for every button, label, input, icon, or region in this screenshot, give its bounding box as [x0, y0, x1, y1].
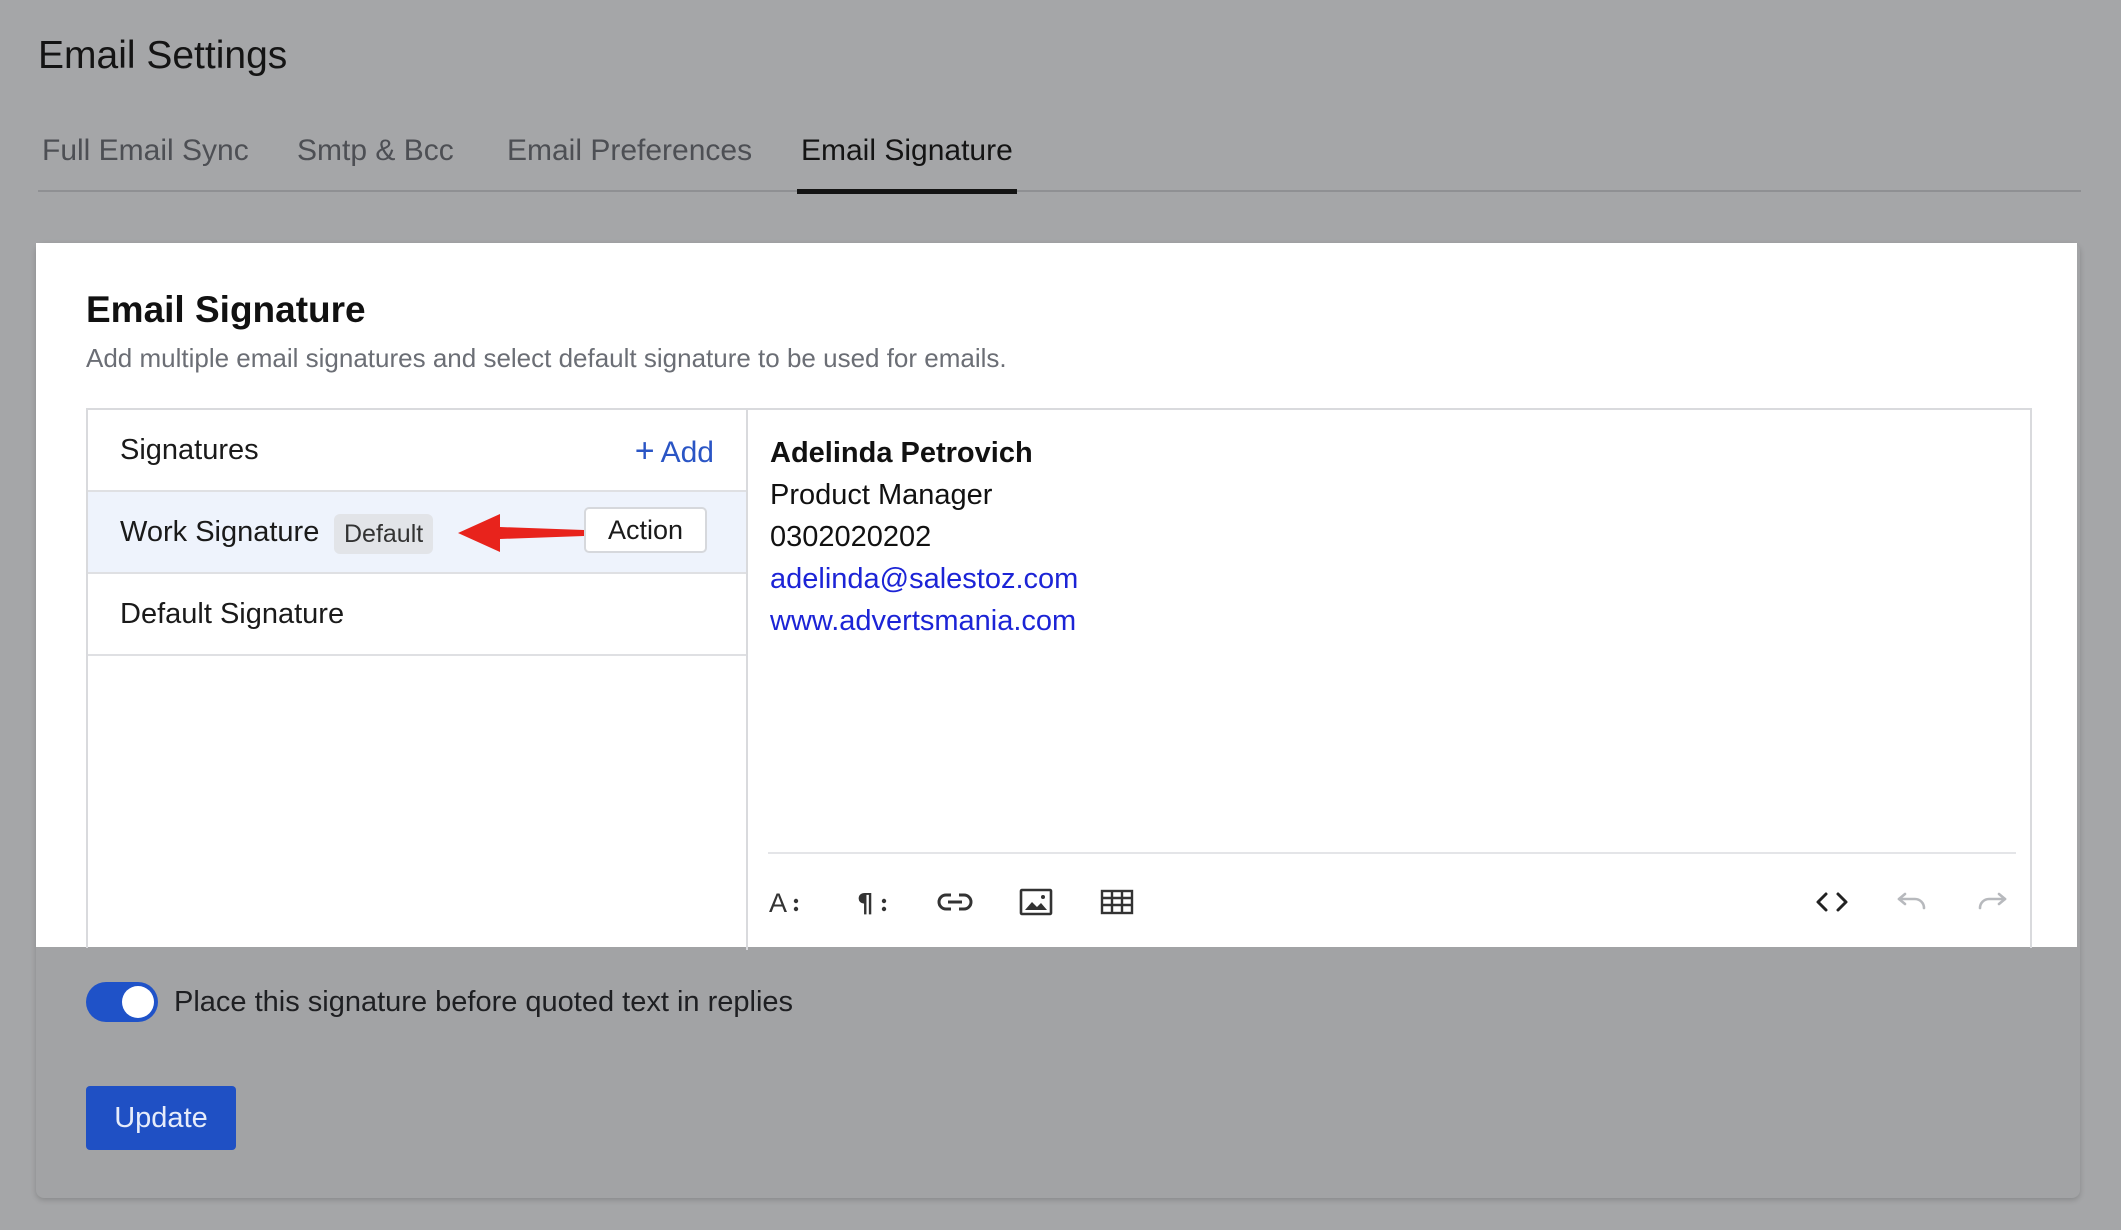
svg-text:A: A: [769, 888, 787, 917]
paragraph-icon[interactable]: ¶: [852, 882, 896, 922]
plus-icon: +: [634, 432, 655, 470]
annotation-arrow-icon: [458, 514, 584, 552]
table-icon[interactable]: [1095, 882, 1139, 922]
update-button[interactable]: Update: [86, 1086, 236, 1150]
add-signature-button[interactable]: + Add: [635, 432, 714, 471]
signature-item-default[interactable]: Default Signature: [88, 574, 746, 656]
signature-item-label: Work Signature: [120, 516, 320, 548]
add-label: Add: [660, 436, 714, 469]
signature-panel: Email Signature Add multiple email signa…: [36, 243, 2077, 950]
signature-editor[interactable]: Adelinda Petrovich Product Manager 03020…: [750, 410, 2032, 950]
code-view-icon[interactable]: [1810, 882, 1854, 922]
tab-email-preferences[interactable]: Email Preferences: [507, 134, 752, 194]
place-before-quoted-label: Place this signature before quoted text …: [174, 986, 794, 1018]
page-title: Email Settings: [38, 34, 288, 77]
settings-tabs: Full Email Sync Smtp & Bcc Email Prefere…: [38, 128, 2081, 194]
email-settings-page: Email Settings Full Email Sync Smtp & Bc…: [0, 0, 2121, 1230]
signature-list: Signatures + Add Work Signature Default A…: [88, 410, 748, 950]
image-icon[interactable]: [1014, 882, 1058, 922]
undo-icon[interactable]: [1890, 882, 1934, 922]
default-badge: Default: [334, 514, 434, 554]
signature-action-button[interactable]: Action: [584, 507, 707, 553]
section-title: Email Signature: [86, 289, 366, 330]
tab-smtp-bcc[interactable]: Smtp & Bcc: [297, 134, 454, 194]
signature-name: Adelinda Petrovich: [770, 437, 1033, 469]
signatures-heading: Signatures: [120, 434, 259, 466]
signature-item-work[interactable]: Work Signature Default Action: [88, 492, 746, 574]
signature-job-title: Product Manager: [770, 479, 993, 511]
signature-content[interactable]: Adelinda Petrovich Product Manager 03020…: [770, 432, 1078, 642]
font-size-icon[interactable]: A: [764, 882, 808, 922]
tab-email-signature[interactable]: Email Signature: [797, 134, 1017, 194]
signature-website-link[interactable]: www.advertsmania.com: [770, 600, 1078, 642]
link-icon[interactable]: [933, 882, 977, 922]
redo-icon[interactable]: [1970, 882, 2014, 922]
editor-toolbar: A ¶: [750, 854, 2032, 950]
signature-item-label: Default Signature: [120, 598, 345, 630]
svg-text:¶: ¶: [857, 889, 874, 917]
signature-list-header: Signatures + Add: [88, 410, 746, 492]
tab-full-email-sync[interactable]: Full Email Sync: [42, 134, 249, 194]
signature-phone: 0302020202: [770, 521, 932, 553]
signature-manager: Signatures + Add Work Signature Default A…: [86, 408, 2032, 950]
signature-email-link[interactable]: adelinda@salestoz.com: [770, 558, 1078, 600]
section-description: Add multiple email signatures and select…: [86, 343, 1007, 373]
place-before-quoted-toggle[interactable]: [86, 982, 158, 1022]
toggle-knob: [122, 986, 154, 1018]
